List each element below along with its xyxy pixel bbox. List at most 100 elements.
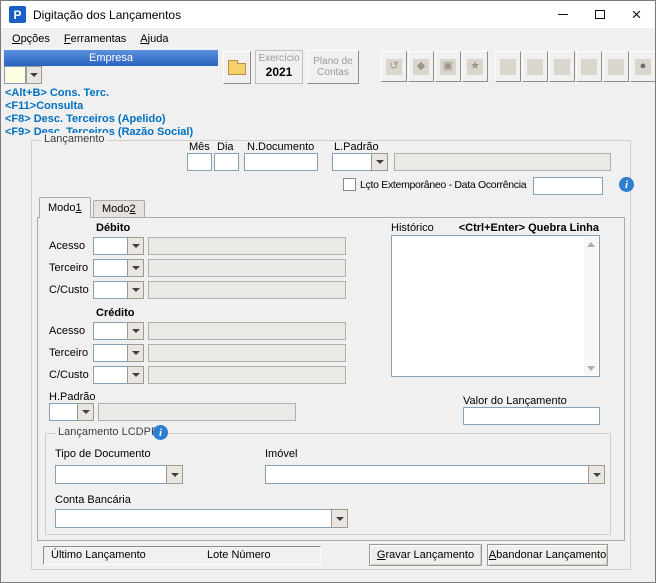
shortcut-cons-terc: <Alt+B> Cons. Terc.: [5, 87, 193, 100]
valor-input[interactable]: [463, 407, 600, 425]
tipo-documento-combo[interactable]: [55, 465, 183, 484]
credito-acesso-dropdown-button[interactable]: [127, 322, 144, 340]
open-company-button[interactable]: [223, 51, 251, 84]
tab-modo-1[interactable]: Modo 1: [39, 197, 91, 218]
credito-terceiro-input[interactable]: [93, 344, 127, 362]
tipo-documento-input[interactable]: [55, 465, 166, 484]
abandonar-button[interactable]: Abandonar Lançamento: [487, 544, 608, 566]
credito-acesso-combo[interactable]: [93, 322, 144, 340]
debito-terceiro-combo[interactable]: [93, 259, 144, 277]
credito-ccusto-desc-field: [148, 366, 346, 384]
conta-bancaria-dropdown-button[interactable]: [331, 509, 348, 528]
app-logo-icon: P: [9, 6, 26, 23]
toolbar: Empresa Exercício 2021 Plano de Contas ↺…: [1, 49, 655, 87]
toolbar-button-2[interactable]: ◆: [408, 51, 434, 82]
close-button[interactable]: [618, 1, 655, 28]
blank-icon: [581, 59, 597, 75]
shortcut-hints: <Alt+B> Cons. Terc. <F11>Consulta <F8> D…: [5, 87, 193, 139]
lcdpr-caption: Lançamento LCDPR: [55, 426, 162, 438]
exercicio-label: Exercício: [256, 53, 302, 64]
debito-title: Débito: [96, 222, 130, 234]
plano-de-contas-button[interactable]: Plano de Contas: [307, 50, 359, 84]
credito-ccusto-label: C/Custo: [49, 369, 89, 381]
debito-ccusto-dropdown-button[interactable]: [127, 281, 144, 299]
credito-ccusto-input[interactable]: [93, 366, 127, 384]
maximize-button[interactable]: [581, 1, 618, 28]
toolbar-button-1[interactable]: ↺: [381, 51, 407, 82]
menu-ferramentas-accel: F: [64, 33, 71, 45]
conta-bancaria-label: Conta Bancária: [55, 494, 131, 506]
debito-ccusto-input[interactable]: [93, 281, 127, 299]
toolbar-button-8[interactable]: [576, 51, 602, 82]
hpadrao-combo[interactable]: [49, 403, 94, 421]
credito-terceiro-dropdown-button[interactable]: [127, 344, 144, 362]
toolbar-button-9[interactable]: [603, 51, 629, 82]
menu-ajuda[interactable]: Ajuda: [133, 31, 175, 47]
imovel-label: Imóvel: [265, 448, 297, 460]
debito-ccusto-desc-field: [148, 281, 346, 299]
mes-label: Mês: [189, 141, 210, 153]
debito-acesso-dropdown-button[interactable]: [127, 237, 144, 255]
tab-modo-1-accel: 1: [76, 202, 82, 214]
menu-opcoes[interactable]: Opções: [5, 31, 57, 47]
gravar-accel: G: [377, 549, 386, 561]
debito-terceiro-dropdown-button[interactable]: [127, 259, 144, 277]
scroll-up-icon[interactable]: [584, 237, 598, 251]
minimize-button[interactable]: [544, 1, 581, 28]
menu-ferramentas-label: erramentas: [71, 33, 127, 45]
debito-terceiro-desc-field: [148, 259, 346, 277]
mes-input[interactable]: [187, 153, 212, 171]
conta-bancaria-combo[interactable]: [55, 509, 348, 528]
menu-opcoes-accel: O: [12, 33, 21, 45]
close-icon: [632, 6, 642, 23]
ndocumento-input[interactable]: [244, 153, 318, 171]
tab-modo-2[interactable]: Modo 2: [93, 200, 145, 217]
debito-ccusto-combo[interactable]: [93, 281, 144, 299]
scroll-down-icon[interactable]: [584, 361, 598, 375]
toolbar-button-10[interactable]: ●: [630, 51, 656, 82]
gravar-button[interactable]: Gravar Lançamento: [369, 544, 482, 566]
imovel-combo[interactable]: [265, 465, 605, 484]
window-title: Digitação dos Lançamentos: [33, 8, 181, 22]
data-ocorrencia-input[interactable]: [533, 177, 603, 195]
empresa-dropdown-button[interactable]: [26, 66, 42, 84]
abandonar-accel: A: [489, 549, 496, 561]
tipo-documento-dropdown-button[interactable]: [166, 465, 183, 484]
lpadrao-desc-field: [394, 153, 611, 171]
open-folder-icon: [228, 63, 246, 75]
hpadrao-input[interactable]: [49, 403, 77, 421]
toolbar-button-4[interactable]: ★: [462, 51, 488, 82]
toolbar-button-5[interactable]: [495, 51, 521, 82]
lpadrao-input[interactable]: [332, 153, 371, 171]
empresa-input[interactable]: [4, 66, 26, 84]
debito-acesso-input[interactable]: [93, 237, 127, 255]
toolbar-button-3[interactable]: ▣: [435, 51, 461, 82]
tab-modo-2-accel: 2: [130, 203, 136, 215]
toolbar-button-6[interactable]: [522, 51, 548, 82]
undo-icon: ↺: [386, 59, 402, 75]
credito-ccusto-dropdown-button[interactable]: [127, 366, 144, 384]
historico-memo[interactable]: [391, 235, 600, 377]
lpadrao-combo[interactable]: [332, 153, 388, 171]
extemporaneo-info-icon[interactable]: [619, 177, 634, 192]
extemporaneo-checkbox[interactable]: [343, 178, 356, 191]
lcdpr-info-icon[interactable]: [153, 425, 168, 440]
imovel-dropdown-button[interactable]: [588, 465, 605, 484]
hpadrao-dropdown-button[interactable]: [77, 403, 94, 421]
debito-terceiro-input[interactable]: [93, 259, 127, 277]
debito-ccusto-label: C/Custo: [49, 284, 89, 296]
toolbar-button-7[interactable]: [549, 51, 575, 82]
debito-acesso-desc-field: [148, 237, 346, 255]
dia-input[interactable]: [214, 153, 239, 171]
conta-bancaria-input[interactable]: [55, 509, 331, 528]
debito-acesso-combo[interactable]: [93, 237, 144, 255]
minimize-icon: [558, 14, 568, 15]
credito-ccusto-combo[interactable]: [93, 366, 144, 384]
historico-scrollbar[interactable]: [584, 237, 598, 375]
credito-terceiro-combo[interactable]: [93, 344, 144, 362]
credito-acesso-input[interactable]: [93, 322, 127, 340]
menu-ferramentas[interactable]: Ferramentas: [57, 31, 133, 47]
lpadrao-dropdown-button[interactable]: [371, 153, 388, 171]
debito-acesso-label: Acesso: [49, 240, 85, 252]
imovel-input[interactable]: [265, 465, 588, 484]
